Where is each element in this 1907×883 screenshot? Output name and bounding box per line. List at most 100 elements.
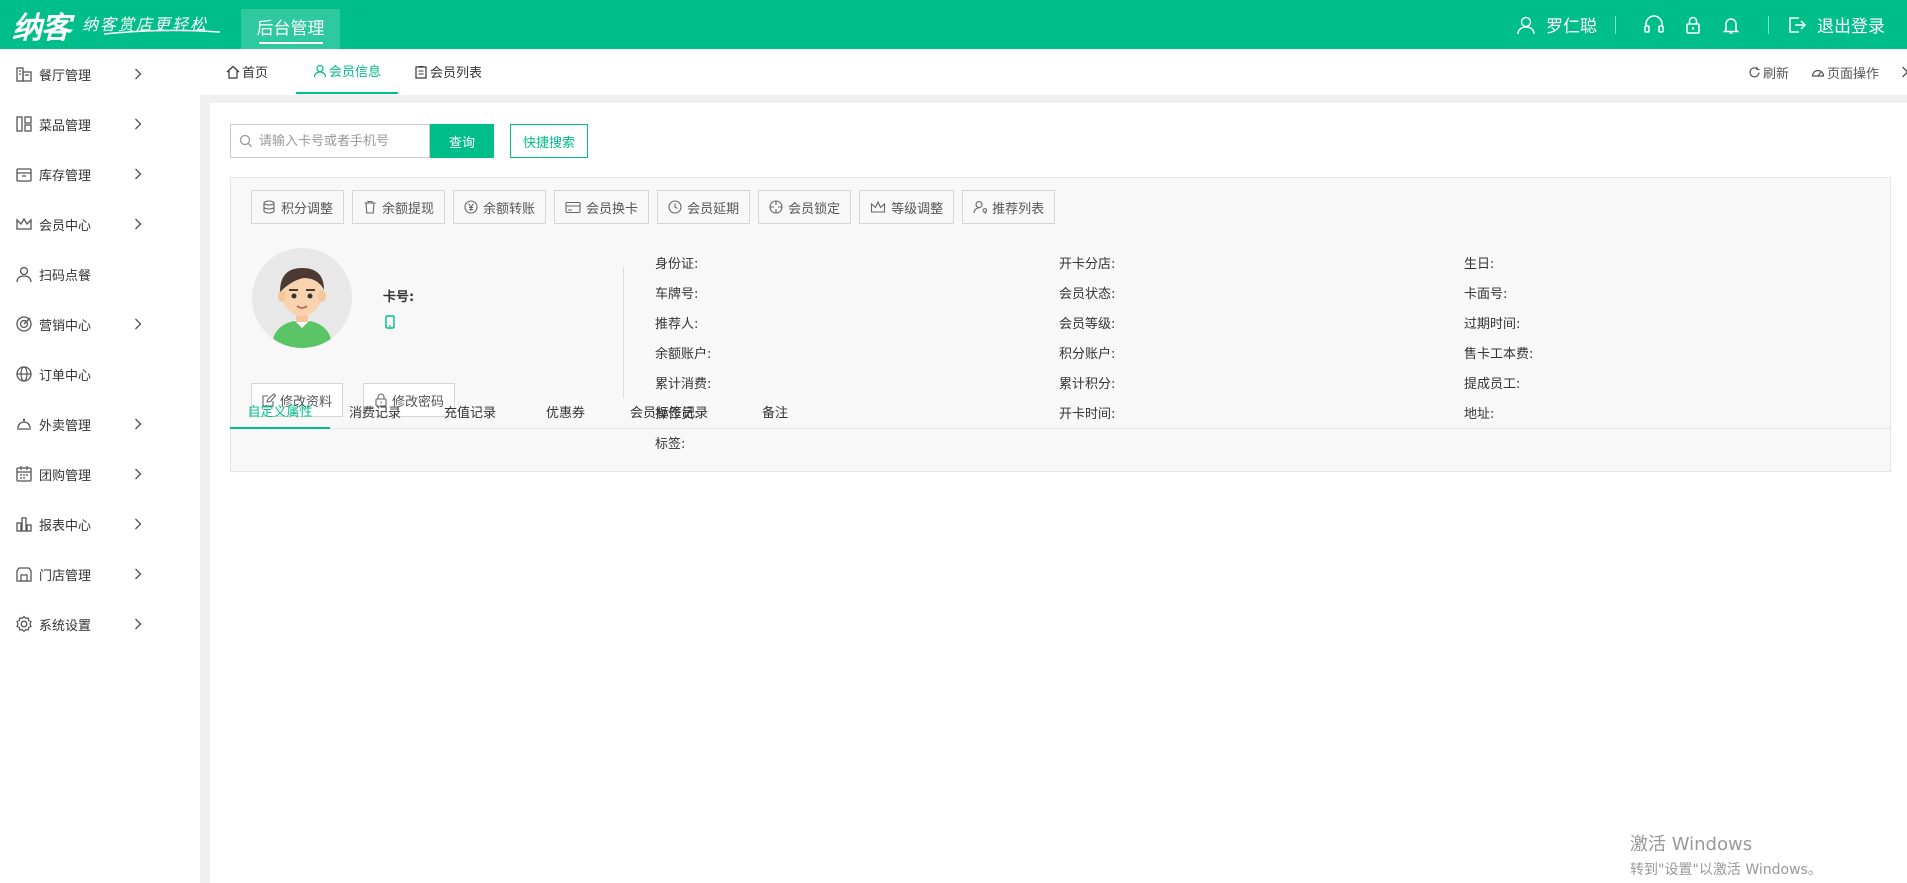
sidebar-item-inventory[interactable]: 库存管理 xyxy=(0,149,200,199)
sidebar-item-label: 库存管理 xyxy=(39,168,92,184)
windows-activation-watermark: 激活 Windows 转到"设置"以激活 Windows。 xyxy=(1630,830,1822,879)
search-input[interactable] xyxy=(259,133,429,149)
search-box xyxy=(230,124,430,158)
tab-custom-attributes[interactable]: 自定义属性 xyxy=(230,394,330,429)
referral-list-button[interactable]: 推荐列表 xyxy=(962,190,1056,224)
sidebar-item-marketing[interactable]: 营销中心 xyxy=(0,299,200,349)
logo-text: 纳客 xyxy=(12,11,71,46)
chevron-right-icon xyxy=(135,318,142,330)
sidebar-item-label: 订单中心 xyxy=(39,368,92,384)
avatar xyxy=(252,248,352,348)
inventory-icon xyxy=(16,168,32,182)
sidebar-item-scan-order[interactable]: 扫码点餐 xyxy=(0,249,200,299)
change-card-button[interactable]: 会员换卡 xyxy=(554,190,650,224)
sidebar-item-settings[interactable]: 系统设置 xyxy=(0,599,200,649)
report-icon xyxy=(16,517,32,532)
calendar-icon xyxy=(16,466,32,482)
refresh-icon xyxy=(1749,66,1760,77)
action-label: 会员换卡 xyxy=(586,201,639,217)
user-icon xyxy=(313,64,327,77)
action-label: 会员锁定 xyxy=(788,201,841,217)
yen-icon xyxy=(464,200,478,214)
tab-member-info-label: 会员信息 xyxy=(328,65,381,80)
sidebar-item-label: 外卖管理 xyxy=(39,418,92,434)
watermark-line2: 转到"设置"以激活 Windows。 xyxy=(1630,862,1822,878)
balance-withdraw-button[interactable]: 余额提现 xyxy=(352,190,446,224)
query-button[interactable]: 查询 xyxy=(430,124,494,158)
sidebar-item-restaurant[interactable]: 餐厅管理 xyxy=(0,49,200,99)
field-balance-account: 余额账户: xyxy=(655,347,712,362)
points-adjust-button[interactable]: 积分调整 xyxy=(251,190,345,224)
sidebar-item-group-buy[interactable]: 团购管理 xyxy=(0,449,200,499)
sidebar-item-label: 报表中心 xyxy=(39,518,92,534)
crown-icon xyxy=(16,217,32,230)
level-adjust-button[interactable]: 等级调整 xyxy=(859,190,955,224)
card-icon xyxy=(565,201,581,214)
sidebar-item-label: 营销中心 xyxy=(39,318,92,334)
lock-icon[interactable] xyxy=(1683,15,1703,35)
sidebar-item-label: 菜品管理 xyxy=(39,118,92,134)
search-row: 查询 快捷搜索 xyxy=(230,124,588,158)
action-label: 余额提现 xyxy=(382,201,435,217)
page-ops-label: 页面操作 xyxy=(1826,66,1879,82)
quick-search-button[interactable]: 快捷搜索 xyxy=(510,124,588,158)
tab-member-list[interactable]: 会员列表 xyxy=(414,49,482,94)
chevron-right-icon xyxy=(135,468,142,480)
clock-icon xyxy=(668,200,682,214)
logo-swoosh xyxy=(103,29,221,35)
field-birthday: 生日: xyxy=(1464,257,1495,272)
chevron-right-icon xyxy=(135,418,142,430)
headset-icon[interactable] xyxy=(1643,14,1665,35)
sidebar-item-dish[interactable]: 菜品管理 xyxy=(0,99,200,149)
sidebar-item-label: 会员中心 xyxy=(39,218,92,234)
field-commission-staff: 提成员工: xyxy=(1464,377,1521,392)
action-toolbar: 积分调整 余额提现 余额转账 会员换卡 会员延期 会员锁定 等级调整 推荐列表 xyxy=(251,190,1063,224)
chevron-right-icon xyxy=(135,618,142,630)
mobile-icon xyxy=(385,315,395,329)
tab-coupons[interactable]: 优惠券 xyxy=(546,394,585,429)
sidebar: 餐厅管理 菜品管理 库存管理 会员中心 扫码点餐 营销中心 订单中心 外卖管理 … xyxy=(0,49,200,883)
refresh-button[interactable]: 刷新 xyxy=(1748,63,1789,82)
logout-button[interactable]: 退出登录 xyxy=(1787,12,1885,37)
refresh-label: 刷新 xyxy=(1762,66,1789,82)
field-open-branch: 开卡分店: xyxy=(1059,257,1116,272)
tab-consumption-records[interactable]: 消费记录 xyxy=(349,394,401,429)
sidebar-item-label: 团购管理 xyxy=(39,468,92,484)
field-id-card: 身份证: xyxy=(655,257,699,272)
logo[interactable]: 纳客 纳客赏店更轻松 xyxy=(12,8,208,46)
globe-icon xyxy=(16,366,32,382)
lock-member-button[interactable]: 会员锁定 xyxy=(758,190,852,224)
action-label: 积分调整 xyxy=(281,201,334,217)
action-label: 余额转账 xyxy=(483,201,536,217)
sidebar-item-orders[interactable]: 订单中心 xyxy=(0,349,200,399)
chevron-right-icon xyxy=(135,168,142,180)
brand-tab[interactable]: 后台管理 xyxy=(241,9,340,49)
page-ops-button[interactable]: 页面操作 xyxy=(1811,63,1879,82)
sidebar-item-reports[interactable]: 报表中心 xyxy=(0,499,200,549)
chevron-right-icon[interactable] xyxy=(1901,66,1907,78)
user-icon xyxy=(1517,16,1535,34)
user-name: 罗仁聪 xyxy=(1546,17,1597,37)
field-member-status: 会员状态: xyxy=(1059,287,1116,302)
sidebar-item-member[interactable]: 会员中心 xyxy=(0,199,200,249)
field-card-face-no: 卡面号: xyxy=(1464,287,1508,302)
chevron-right-icon xyxy=(135,118,142,130)
sidebar-item-stores[interactable]: 门店管理 xyxy=(0,549,200,599)
dish-icon xyxy=(16,116,32,132)
bell-icon[interactable] xyxy=(1721,15,1741,35)
balance-transfer-button[interactable]: 余额转账 xyxy=(453,190,547,224)
extend-membership-button[interactable]: 会员延期 xyxy=(657,190,751,224)
tab-home[interactable]: 首页 xyxy=(226,49,268,94)
user-menu[interactable]: 罗仁聪 xyxy=(1516,12,1597,37)
tab-member-tag-records[interactable]: 会员标签记录 xyxy=(630,394,708,429)
action-label: 推荐列表 xyxy=(992,201,1045,217)
tab-recharge-records[interactable]: 充值记录 xyxy=(444,394,496,429)
tab-notes[interactable]: 备注 xyxy=(762,394,788,429)
sidebar-item-takeout[interactable]: 外卖管理 xyxy=(0,399,200,449)
field-card-fee: 售卡工本费: xyxy=(1464,347,1534,362)
field-expire-time: 过期时间: xyxy=(1464,317,1521,332)
brand-tab-label: 后台管理 xyxy=(256,19,325,39)
top-bar: 纳客 纳客赏店更轻松 后台管理 罗仁聪 退出登录 xyxy=(0,0,1907,49)
crosshair-icon xyxy=(769,200,783,214)
tab-member-info[interactable]: 会员信息 xyxy=(296,49,398,94)
